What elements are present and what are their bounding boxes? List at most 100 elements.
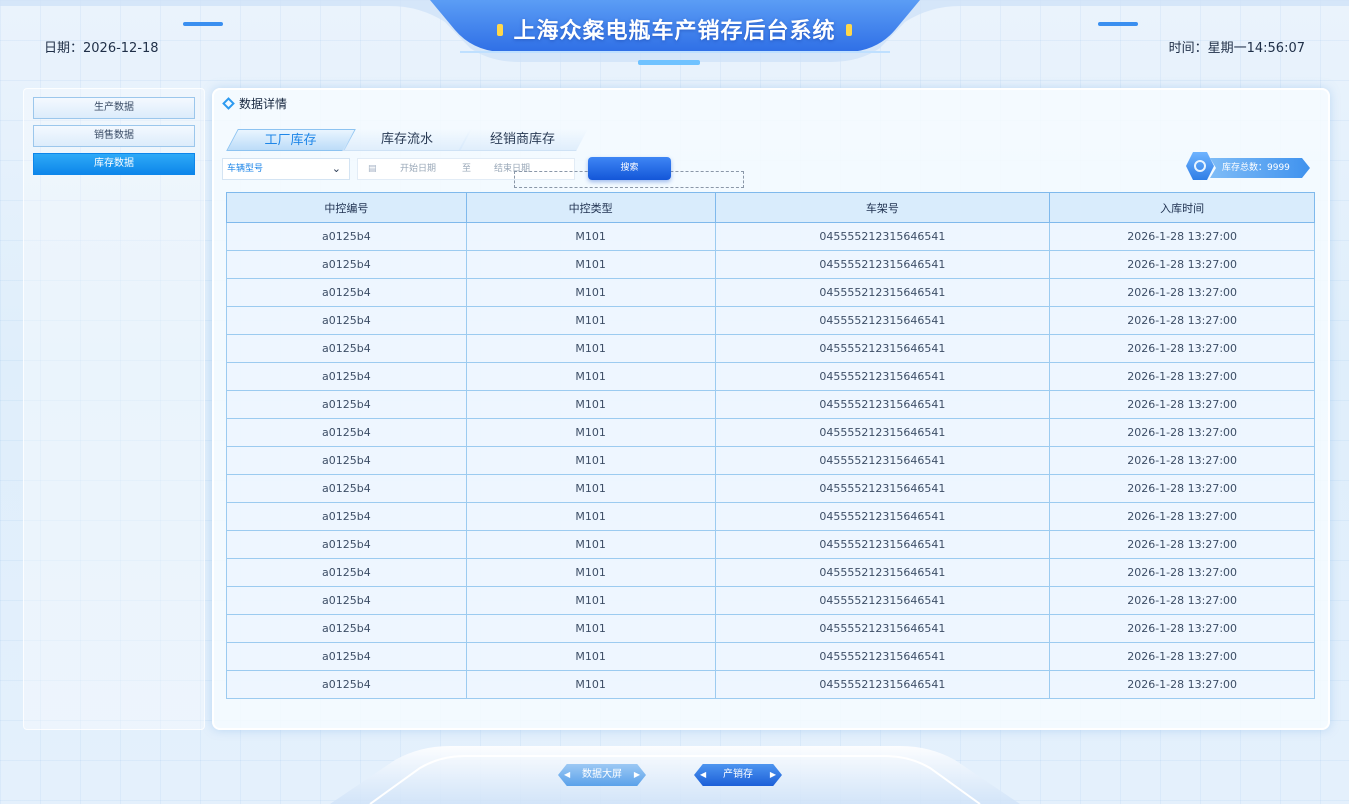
cell-frame-number: 045555212315646541 xyxy=(714,586,1051,615)
cell-controller-id: a0125b4 xyxy=(226,222,467,251)
table-row: a0125b4 M101 045555212315646541 2026-1-28 1… xyxy=(226,474,1315,503)
cell-controller-id: a0125b4 xyxy=(226,586,467,615)
cell-frame-number: 045555212315646541 xyxy=(714,474,1051,503)
table-row: a0125b4 M101 045555212315646541 2026-1-28 1… xyxy=(226,334,1315,363)
cell-controller-type: M101 xyxy=(465,670,716,699)
tab-stock-flow[interactable]: 库存流水 xyxy=(342,129,472,151)
table-row: a0125b4 M101 045555212315646541 2026-1-28 1… xyxy=(226,614,1315,643)
tab-label: 经销商库存 xyxy=(490,132,556,147)
cell-stock-in-time: 2026-1-28 13:27:00 xyxy=(1049,418,1315,447)
cell-controller-type: M101 xyxy=(465,306,716,335)
sidebar-item-sales[interactable]: 销售数据 xyxy=(33,125,195,147)
cell-stock-in-time: 2026-1-28 13:27:00 xyxy=(1049,250,1315,279)
tab-factory-stock[interactable]: 工厂库存 xyxy=(226,129,356,151)
nav-label: 数据大屏 xyxy=(582,769,622,780)
panel-title-text: 数据详情 xyxy=(239,97,288,111)
cell-controller-id: a0125b4 xyxy=(226,642,467,671)
cell-controller-type: M101 xyxy=(465,446,716,475)
column-header-controller-type: 中控类型 xyxy=(465,192,716,223)
table-row: a0125b4 M101 045555212315646541 2026-1-28 1… xyxy=(226,222,1315,251)
cell-controller-id: a0125b4 xyxy=(226,614,467,643)
cell-controller-type: M101 xyxy=(465,474,716,503)
date-display: 日期：2026-12-18 xyxy=(44,41,159,56)
chevron-down-icon: ⌄ xyxy=(331,162,341,175)
header: 上海众粲电瓶车产销存后台系统 日期：2026-12-18 时间：星期一14:56… xyxy=(0,0,1349,80)
title-left-marker xyxy=(497,24,504,36)
nav-label: 产销存 xyxy=(723,769,753,780)
table-header-row: 中控编号 中控类型 车架号 入库时间 xyxy=(226,192,1315,223)
cell-controller-id: a0125b4 xyxy=(226,670,467,699)
date-range-separator: 至 xyxy=(462,164,472,174)
cell-stock-in-time: 2026-1-28 13:27:00 xyxy=(1049,502,1315,531)
cell-stock-in-time: 2026-1-28 13:27:00 xyxy=(1049,474,1315,503)
cell-stock-in-time: 2026-1-28 13:27:00 xyxy=(1049,334,1315,363)
cell-stock-in-time: 2026-1-28 13:27:00 xyxy=(1049,614,1315,643)
search-button[interactable]: 搜索 xyxy=(588,157,671,180)
cell-frame-number: 045555212315646541 xyxy=(714,278,1051,307)
cell-controller-id: a0125b4 xyxy=(226,418,467,447)
cell-controller-id: a0125b4 xyxy=(226,446,467,475)
title-text: 上海众粲电瓶车产销存后台系统 xyxy=(513,19,836,44)
table-row: a0125b4 M101 045555212315646541 2026-1-28 1… xyxy=(226,558,1315,587)
stock-total-badge: 库存总数：9999 xyxy=(1186,150,1314,184)
cell-stock-in-time: 2026-1-28 13:27:00 xyxy=(1049,362,1315,391)
cell-stock-in-time: 2026-1-28 13:27:00 xyxy=(1049,670,1315,699)
cell-stock-in-time: 2026-1-28 13:27:00 xyxy=(1049,222,1315,251)
tab-dealer-stock[interactable]: 经销商库存 xyxy=(458,129,588,151)
sidebar-item-production[interactable]: 生产数据 xyxy=(33,97,195,119)
footer-decoration xyxy=(330,746,1020,804)
cell-controller-id: a0125b4 xyxy=(226,306,467,335)
data-detail-panel: 数据详情 工厂库存 库存流水 经销商库存 车辆型号 ⌄ ▤ 开始日期 至 结束日… xyxy=(212,88,1330,730)
vehicle-model-select[interactable]: 车辆型号 ⌄ xyxy=(222,158,350,180)
cell-stock-in-time: 2026-1-28 13:27:00 xyxy=(1049,278,1315,307)
table-row: a0125b4 M101 045555212315646541 2026-1-28 1… xyxy=(226,278,1315,307)
cell-controller-type: M101 xyxy=(465,586,716,615)
cell-controller-id: a0125b4 xyxy=(226,502,467,531)
nav-production-sales-inventory-button[interactable]: ◀ 产销存 ▶ xyxy=(694,764,782,786)
cell-stock-in-time: 2026-1-28 13:27:00 xyxy=(1049,306,1315,335)
refresh-ring xyxy=(1194,160,1206,172)
diamond-icon xyxy=(222,97,235,110)
cell-frame-number: 045555212315646541 xyxy=(714,390,1051,419)
start-date-input[interactable]: 开始日期 xyxy=(400,159,436,179)
cell-controller-type: M101 xyxy=(465,390,716,419)
sidebar-item-inventory[interactable]: 库存数据 xyxy=(33,153,195,175)
cell-controller-type: M101 xyxy=(465,362,716,391)
cell-frame-number: 045555212315646541 xyxy=(714,306,1051,335)
tab-label: 工厂库存 xyxy=(264,133,317,148)
chevron-right-icon: ▶ xyxy=(769,770,776,779)
sidebar: 生产数据 销售数据 库存数据 xyxy=(23,88,205,730)
cell-frame-number: 045555212315646541 xyxy=(714,334,1051,363)
column-header-stock-in-time: 入库时间 xyxy=(1049,192,1315,223)
title-right-marker xyxy=(845,24,852,36)
cell-stock-in-time: 2026-1-28 13:27:00 xyxy=(1049,558,1315,587)
cell-frame-number: 045555212315646541 xyxy=(714,670,1051,699)
stock-total-label: 库存总数：9999 xyxy=(1210,158,1310,178)
table-row: a0125b4 M101 045555212315646541 2026-1-28 1… xyxy=(226,586,1315,615)
cell-frame-number: 045555212315646541 xyxy=(714,614,1051,643)
table-body: a0125b4 M101 045555212315646541 2026-1-28 1… xyxy=(226,222,1315,699)
table-row: a0125b4 M101 045555212315646541 2026-1-28 1… xyxy=(226,502,1315,531)
cell-frame-number: 045555212315646541 xyxy=(714,558,1051,587)
column-header-frame-number: 车架号 xyxy=(714,192,1051,223)
cell-frame-number: 045555212315646541 xyxy=(714,642,1051,671)
cell-stock-in-time: 2026-1-28 13:27:00 xyxy=(1049,642,1315,671)
cell-stock-in-time: 2026-1-28 13:27:00 xyxy=(1049,530,1315,559)
cell-controller-id: a0125b4 xyxy=(226,530,467,559)
cell-controller-id: a0125b4 xyxy=(226,278,467,307)
table-row: a0125b4 M101 045555212315646541 2026-1-28 1… xyxy=(226,362,1315,391)
cell-frame-number: 045555212315646541 xyxy=(714,362,1051,391)
chevron-right-icon: ▶ xyxy=(633,770,640,779)
vehicle-model-label: 车辆型号 xyxy=(227,164,264,174)
cell-controller-type: M101 xyxy=(465,334,716,363)
nav-data-screen-button[interactable]: ◀ 数据大屏 ▶ xyxy=(558,764,646,786)
chevron-left-icon: ◀ xyxy=(700,770,707,779)
time-display: 时间：星期一14:56:07 xyxy=(1168,41,1305,56)
page-title: 上海众粲电瓶车产销存后台系统 xyxy=(0,13,1349,45)
panel-title: 数据详情 xyxy=(222,95,288,112)
chevron-left-icon: ◀ xyxy=(564,770,571,779)
table-row: a0125b4 M101 045555212315646541 2026-1-28 1… xyxy=(226,250,1315,279)
cell-frame-number: 045555212315646541 xyxy=(714,502,1051,531)
cell-controller-id: a0125b4 xyxy=(226,558,467,587)
table-row: a0125b4 M101 045555212315646541 2026-1-28 1… xyxy=(226,390,1315,419)
